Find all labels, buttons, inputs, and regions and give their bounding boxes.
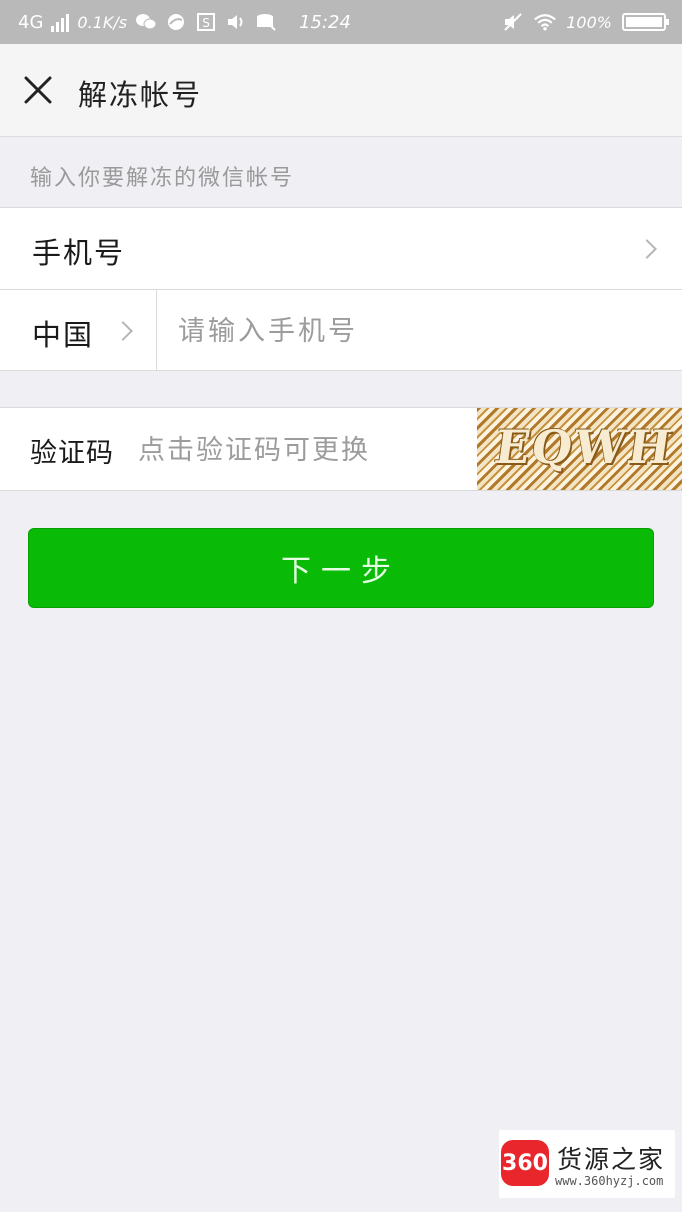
watermark-logo: 360 [501,1140,549,1186]
volume-icon [225,12,247,32]
svg-text:S: S [202,16,210,30]
close-icon [24,76,52,104]
wechat-icon [135,12,157,32]
signal-icon [51,12,70,32]
status-bar: 4G 0.1K/s S 15:24 100% [0,0,682,44]
status-left: 4G 0.1K/s S 15:24 [18,0,351,44]
mute-icon [502,12,524,32]
next-button[interactable]: 下一步 [28,528,654,608]
phone-input[interactable] [176,304,660,358]
wifi-icon [534,12,557,32]
battery-percent: 100% [566,12,612,32]
storage-icon [255,12,277,32]
captcha-row: 验证码 EQWH [0,407,682,491]
captcha-image[interactable]: EQWH [477,408,682,490]
watermark-name: 货源之家 [557,1145,666,1174]
phone-input-row: 中国 [0,290,682,370]
browser-icon [165,12,187,32]
nav-bar: 解冻帐号 [0,44,682,137]
chevron-right-icon [637,239,657,259]
account-form-group: 手机号 中国 [0,207,682,371]
battery-fill [626,17,662,27]
battery-icon [622,13,669,31]
phone-type-row[interactable]: 手机号 [0,208,682,289]
status-right: 100% [502,0,669,44]
close-button[interactable] [18,70,58,110]
clock: 15:24 [299,11,351,33]
phone-row-label: 手机号 [32,236,126,270]
network-type: 4G [18,11,44,33]
column-divider [156,290,157,370]
captcha-input[interactable] [136,424,470,476]
watermark-url: www.360hyzj.com [555,1174,664,1188]
app-s-icon: S [195,12,217,32]
network-speed: 0.1K/s [77,12,128,32]
captcha-label: 验证码 [30,438,114,469]
country-label: 中国 [32,318,95,352]
captcha-text: EQWH [491,420,678,474]
country-selector[interactable]: 中国 [0,290,156,370]
chevron-right-icon [113,321,133,341]
watermark: 360 货源之家 www.360hyzj.com [499,1130,675,1198]
page-title: 解冻帐号 [78,78,203,112]
section-hint: 输入你要解冻的微信帐号 [30,166,295,191]
